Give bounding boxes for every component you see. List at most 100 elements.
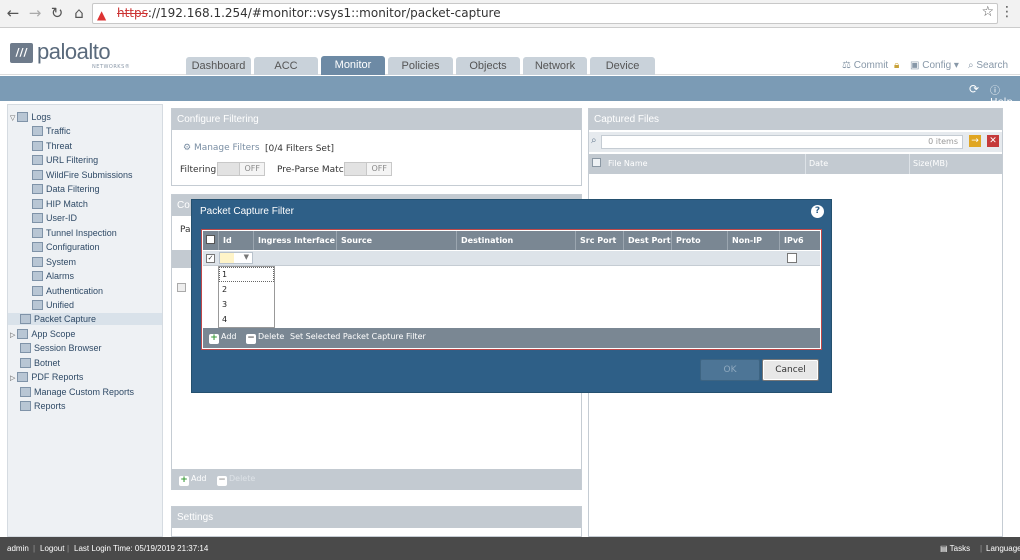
reload-icon[interactable]: ↻: [48, 4, 66, 22]
expand-icon[interactable]: ▷: [10, 332, 15, 339]
search-link[interactable]: ⌕ Search: [968, 60, 1008, 71]
search-icon[interactable]: [172, 250, 192, 268]
nav-wildfire-submissions[interactable]: WildFire Submissions: [32, 170, 133, 180]
filtering-toggle[interactable]: OFF: [217, 162, 265, 176]
configure-filtering-panel: Configure Filtering ⚙ Manage Filters [0/…: [171, 108, 582, 186]
nav-url-filtering[interactable]: URL Filtering: [32, 155, 98, 165]
refresh-icon[interactable]: ⟳: [969, 82, 979, 96]
nav-botnet[interactable]: Botnet: [20, 358, 60, 368]
help-icon[interactable]: ?: [811, 205, 824, 218]
bookmark-star-icon[interactable]: ☆: [981, 4, 994, 20]
column-file-name[interactable]: File Name: [608, 159, 648, 168]
home-icon[interactable]: ⌂: [70, 4, 88, 22]
ipv6-checkbox[interactable]: [787, 253, 797, 263]
nav-user-id[interactable]: User-ID: [32, 213, 77, 223]
search-icon: ⌕: [591, 135, 597, 146]
tab-dashboard[interactable]: Dashboard: [186, 57, 251, 75]
collapse-icon[interactable]: ▽: [10, 115, 15, 122]
apply-filter-icon[interactable]: →: [969, 135, 981, 147]
dropdown-option[interactable]: 2: [222, 285, 227, 294]
nav-logs[interactable]: ▽ Logs: [10, 112, 51, 122]
log-icon: [32, 213, 43, 223]
add-button[interactable]: + Add: [209, 332, 237, 344]
select-all-checkbox[interactable]: [206, 235, 215, 244]
select-all-checkbox[interactable]: [592, 158, 601, 167]
dropdown-option[interactable]: 1: [222, 270, 227, 279]
forward-icon[interactable]: →: [26, 4, 44, 22]
nav-session-browser[interactable]: Session Browser: [20, 343, 102, 353]
nav-data-filtering[interactable]: Data Filtering: [32, 184, 100, 194]
id-select[interactable]: ▼: [219, 252, 253, 264]
filter-icon: ⚙: [183, 143, 194, 153]
tab-objects[interactable]: Objects: [456, 57, 520, 75]
clear-filter-icon[interactable]: ✕: [987, 135, 999, 147]
log-icon: [32, 170, 43, 180]
preparse-toggle[interactable]: OFF: [344, 162, 392, 176]
nav-unified[interactable]: Unified: [32, 300, 74, 310]
tab-monitor[interactable]: Monitor: [321, 56, 385, 75]
search-input[interactable]: 0 items: [601, 135, 963, 149]
select-all-checkbox[interactable]: [177, 283, 186, 292]
dropdown-option[interactable]: 4: [222, 315, 227, 324]
column-id[interactable]: Id: [219, 231, 254, 250]
nav-configuration[interactable]: Configuration: [32, 242, 100, 252]
help-link[interactable]: ⓘ Help: [990, 82, 1020, 108]
language-link[interactable]: Language: [986, 544, 1020, 553]
cancel-button[interactable]: Cancel: [762, 359, 819, 381]
config-menu[interactable]: ▣ Config ▾: [910, 60, 959, 71]
nav-authentication[interactable]: Authentication: [32, 286, 103, 296]
browser-menu-icon[interactable]: ⋮: [1000, 4, 1014, 20]
ok-button[interactable]: OK: [700, 359, 760, 381]
nav-traffic[interactable]: Traffic: [32, 126, 71, 136]
dropdown-option[interactable]: 3: [222, 300, 227, 309]
plus-icon: +: [209, 333, 219, 344]
delete-button[interactable]: − Delete: [246, 332, 284, 344]
logo-mark-icon: ///: [10, 43, 33, 63]
chevron-down-icon[interactable]: ▼: [244, 253, 249, 261]
set-selected-filter-button[interactable]: Set Selected Packet Capture Filter: [290, 332, 426, 341]
column-source[interactable]: Source: [337, 231, 457, 250]
nav-alarms[interactable]: Alarms: [32, 271, 74, 281]
tab-device[interactable]: Device: [590, 57, 655, 75]
nav-packet-capture[interactable]: Packet Capture: [8, 313, 162, 325]
address-bar[interactable]: ▲ https://192.168.1.254/#monitor::vsys1:…: [92, 3, 998, 24]
column-dest-port[interactable]: Dest Port: [624, 231, 672, 250]
nav-manage-custom-reports[interactable]: Manage Custom Reports: [20, 387, 134, 397]
expand-icon[interactable]: ▷: [10, 375, 15, 382]
pdf-icon: [17, 372, 29, 382]
column-ingress-interface[interactable]: Ingress Interface: [254, 231, 337, 250]
plus-icon: +: [179, 475, 189, 486]
manage-filters-link[interactable]: ⚙ Manage Filters: [183, 143, 260, 153]
url-scheme: https: [117, 6, 148, 20]
tab-acc[interactable]: ACC: [254, 57, 318, 75]
back-icon[interactable]: ←: [4, 4, 22, 22]
add-button[interactable]: + Add: [179, 474, 207, 486]
row-checkbox[interactable]: ✓: [206, 254, 215, 263]
tasks-link[interactable]: ▤ Tasks: [940, 544, 970, 553]
filters-set-count: [0/4 Filters Set]: [265, 144, 334, 154]
column-date[interactable]: Date: [809, 159, 828, 168]
grid-toolbar: + Add − Delete Set Selected Packet Capture…: [203, 328, 820, 348]
nav-reports[interactable]: Reports: [20, 401, 66, 411]
nav-system[interactable]: System: [32, 257, 76, 267]
log-icon: [32, 242, 43, 252]
nav-app-scope[interactable]: ▷ App Scope: [10, 329, 75, 339]
column-size[interactable]: Size(MB): [913, 159, 948, 168]
nav-hip-match[interactable]: HIP Match: [32, 199, 88, 209]
column-src-port[interactable]: Src Port: [576, 231, 624, 250]
lock-icon[interactable]: 🔒︎: [894, 60, 899, 71]
config-icon: ▣: [910, 60, 923, 71]
preparse-label: Pre-Parse Match: [277, 165, 350, 175]
nav-tunnel-inspection[interactable]: Tunnel Inspection: [32, 228, 117, 238]
nav-pdf-reports[interactable]: ▷ PDF Reports: [10, 372, 83, 382]
column-destination[interactable]: Destination: [457, 231, 576, 250]
column-ipv6[interactable]: IPv6: [780, 231, 820, 250]
nav-threat[interactable]: Threat: [32, 141, 72, 151]
logout-link[interactable]: Logout: [40, 544, 64, 553]
column-non-ip[interactable]: Non-IP: [728, 231, 780, 250]
tab-policies[interactable]: Policies: [388, 57, 453, 75]
column-proto[interactable]: Proto: [672, 231, 728, 250]
delete-button[interactable]: − Delete: [217, 474, 255, 486]
tab-network[interactable]: Network: [523, 57, 587, 75]
commit-button[interactable]: ⚖ Commit: [842, 60, 888, 71]
